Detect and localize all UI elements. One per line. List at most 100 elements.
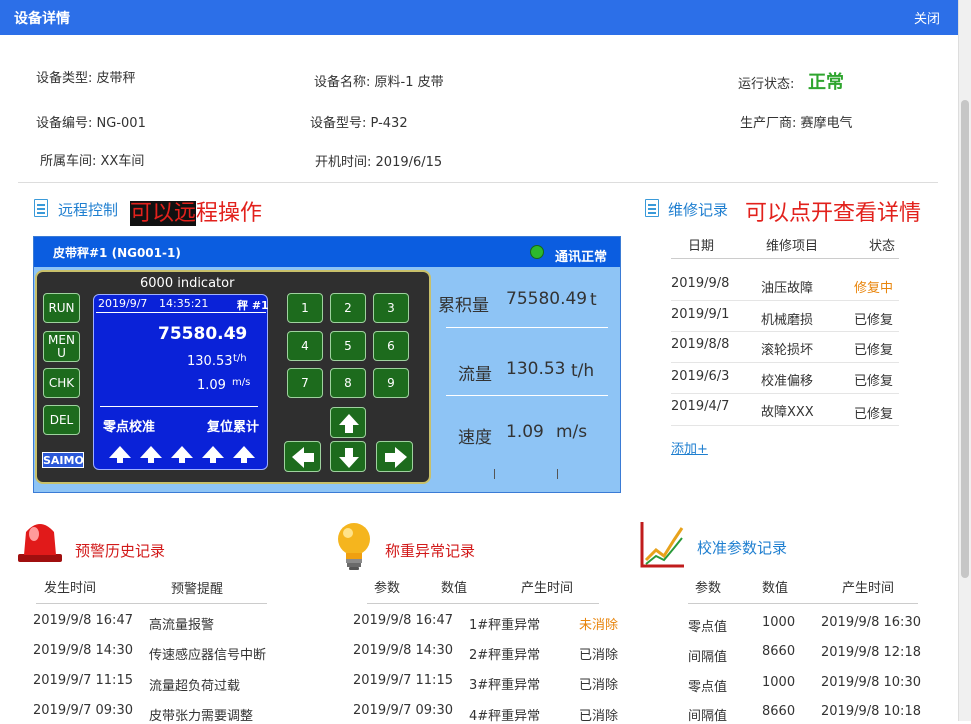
document-icon [34, 199, 48, 217]
calib-time: 2019/9/8 10:18 [821, 704, 921, 719]
run-status-label: 运行状态: [738, 77, 795, 92]
weigh-status: 已消除 [579, 648, 619, 663]
device-start-time: 开机时间: 2019/6/15 [315, 151, 442, 170]
scrollbar-thumb[interactable] [961, 100, 969, 578]
key-5[interactable]: 5 [330, 331, 366, 361]
alarm-msg: 高流量报警 [149, 618, 215, 633]
window-title: 设备详情 [14, 11, 70, 27]
col-header: 维修项目 [766, 239, 819, 254]
arrow-up-button[interactable] [330, 407, 366, 438]
maint-date: 2019/9/1 [671, 307, 730, 322]
col-header: 数值 [441, 581, 468, 596]
run-button[interactable]: RUN [43, 293, 80, 323]
maintenance-annotation: 可以点开查看详情 [745, 201, 922, 226]
device-maker-value: 赛摩电气 [800, 116, 853, 131]
weigh-msg: 1#秤重异常 [469, 618, 541, 633]
arrow-stem [148, 458, 154, 463]
device-type-value: 皮带秤 [96, 71, 136, 86]
flow-label: 流量 [458, 365, 492, 385]
screen-time: 14:35:21 [159, 297, 209, 310]
alarm-time: 2019/9/8 16:47 [33, 613, 133, 628]
screen-unit-id: 秤 #1 [237, 299, 269, 312]
calib-value: 1000 [762, 675, 796, 690]
device-model: 设备型号: P-432 [310, 112, 408, 131]
device-name-label: 设备名称: [314, 75, 371, 90]
header-rule [367, 603, 599, 604]
screen-speed-unit: m/s [232, 377, 251, 388]
col-header: 发生时间 [44, 581, 97, 596]
menu-button[interactable]: MEN U [43, 331, 80, 362]
alarm-time: 2019/9/8 14:30 [33, 643, 133, 658]
key-4[interactable]: 4 [287, 331, 323, 361]
col-header: 数值 [762, 581, 789, 596]
key-6[interactable]: 6 [373, 331, 409, 361]
device-code: 设备编号: NG-001 [36, 112, 146, 131]
document-icon [645, 199, 659, 217]
up-arrow-icon[interactable] [109, 446, 131, 458]
maint-status: 已修复 [854, 407, 894, 422]
weigh-status: 已消除 [579, 709, 619, 724]
arrow-right-button[interactable] [376, 441, 413, 472]
key-8[interactable]: 8 [330, 368, 366, 398]
col-header: 预警提醒 [171, 582, 224, 597]
readout-divider [446, 395, 608, 396]
key-7[interactable]: 7 [287, 368, 323, 398]
col-header: 产生时间 [842, 581, 895, 596]
speed-label: 速度 [458, 428, 492, 448]
key-9[interactable]: 9 [373, 368, 409, 398]
device-code-value: NG-001 [96, 116, 146, 131]
maint-item: 滚轮损坏 [761, 343, 814, 358]
row-rule [671, 393, 899, 394]
device-name-value: 原料-1 皮带 [374, 75, 444, 90]
weigh-msg: 2#秤重异常 [469, 648, 541, 663]
arrow-down-button[interactable] [330, 441, 366, 472]
add-maintenance-link[interactable]: 添加+ [671, 438, 708, 457]
chk-button[interactable]: CHK [43, 368, 80, 398]
del-button[interactable]: DEL [43, 405, 80, 435]
calib-time: 2019/9/8 12:18 [821, 645, 921, 660]
alarm-time: 2019/9/7 09:30 [33, 703, 133, 718]
up-arrow-icon[interactable] [140, 446, 162, 458]
calib-param: 零点值 [688, 680, 728, 695]
key-1[interactable]: 1 [287, 293, 323, 323]
arrow-up-icon [339, 414, 359, 433]
maint-item: 校准偏移 [761, 374, 814, 389]
maint-date: 2019/9/8 [671, 276, 730, 291]
alarm-msg: 流量超负荷过载 [149, 679, 241, 694]
scale-tick [557, 469, 558, 479]
screen-date: 2019/9/7 [98, 297, 148, 310]
screen-total-unit: t [231, 327, 236, 340]
remote-control-title: 远程控制 [58, 201, 119, 219]
arrow-left-button[interactable] [284, 441, 321, 472]
calib-value: 1000 [762, 615, 796, 630]
close-button[interactable]: 关闭 [914, 8, 940, 27]
up-arrow-icon[interactable] [202, 446, 224, 458]
total-value: 75580.49 [506, 289, 588, 309]
panel-device-name: 皮带秤#1 (NG001-1) [53, 246, 181, 260]
col-header: 日期 [688, 239, 715, 254]
maint-status: 已修复 [854, 343, 894, 358]
remote-annotation-highlight: 可以远 [130, 201, 197, 226]
maint-item: 油压故障 [761, 281, 814, 296]
weigh-msg: 3#秤重异常 [469, 678, 541, 693]
title-bar [0, 0, 958, 35]
readout-divider [446, 327, 608, 328]
maint-item: 故障XXX [761, 405, 814, 420]
up-arrow-icon[interactable] [233, 446, 255, 458]
weigh-status: 未消除 [579, 618, 619, 633]
flow-unit: t/h [571, 361, 595, 381]
maint-status: 已修复 [854, 374, 894, 389]
up-arrow-icon[interactable] [171, 446, 193, 458]
maint-date: 2019/6/3 [671, 369, 730, 384]
device-maker-label: 生产厂商: [740, 116, 797, 131]
weigh-status: 已消除 [579, 678, 619, 693]
device-model-label: 设备型号: [310, 116, 367, 131]
weigh-anomaly-title: 称重异常记录 [385, 542, 476, 560]
reset-total-label[interactable]: 复位累计 [207, 416, 259, 435]
key-2[interactable]: 2 [330, 293, 366, 323]
maint-date: 2019/8/8 [671, 337, 730, 352]
zero-calibrate-label[interactable]: 零点校准 [103, 416, 155, 435]
device-model-value: P-432 [370, 116, 408, 131]
flow-value: 130.53 [506, 359, 566, 379]
key-3[interactable]: 3 [373, 293, 409, 323]
